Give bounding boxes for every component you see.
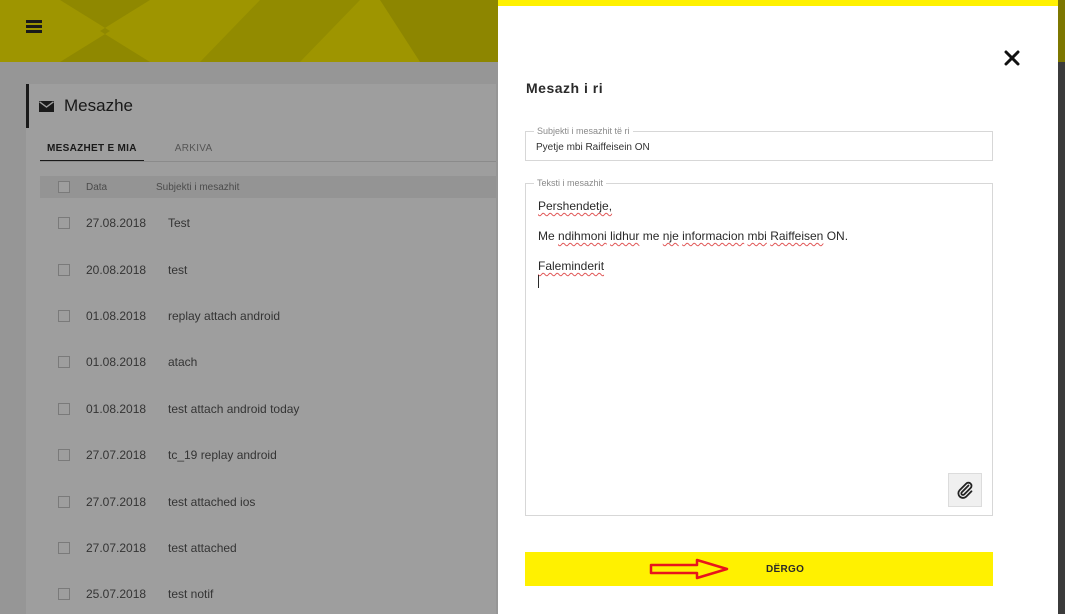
send-button-label: DËRGO	[766, 564, 805, 575]
body-line-greeting: Pershendetje,	[538, 199, 613, 213]
attach-file-button[interactable]	[948, 473, 982, 507]
message-body-label: Teksti i mesazhit	[534, 178, 607, 188]
send-button[interactable]: DËRGO	[525, 552, 993, 586]
red-arrow-icon	[649, 558, 729, 580]
dialog-title: Mesazh i ri	[526, 80, 604, 96]
subject-field[interactable]: Subjekti i mesazhit të ri	[525, 126, 993, 161]
message-body-field[interactable]: Teksti i mesazhit Pershendetje, Me ndihm…	[525, 178, 993, 516]
paperclip-icon	[957, 481, 973, 499]
text-caret	[538, 275, 539, 289]
new-message-dialog: Mesazh i ri Subjekti i mesazhit të ri Te…	[498, 6, 1058, 614]
message-body-textarea[interactable]: Pershendetje, Me ndihmoni lidhur me nje …	[538, 199, 848, 289]
modal-backdrop[interactable]	[0, 0, 498, 614]
subject-field-label: Subjekti i mesazhit të ri	[534, 126, 633, 136]
close-icon[interactable]	[1004, 50, 1020, 66]
subject-input[interactable]	[536, 142, 976, 153]
backdrop-edge	[1058, 0, 1065, 614]
body-line-thanks: Faleminderit	[538, 259, 605, 273]
body-line-request: Me ndihmoni lidhur me nje informacion mb…	[538, 229, 849, 243]
